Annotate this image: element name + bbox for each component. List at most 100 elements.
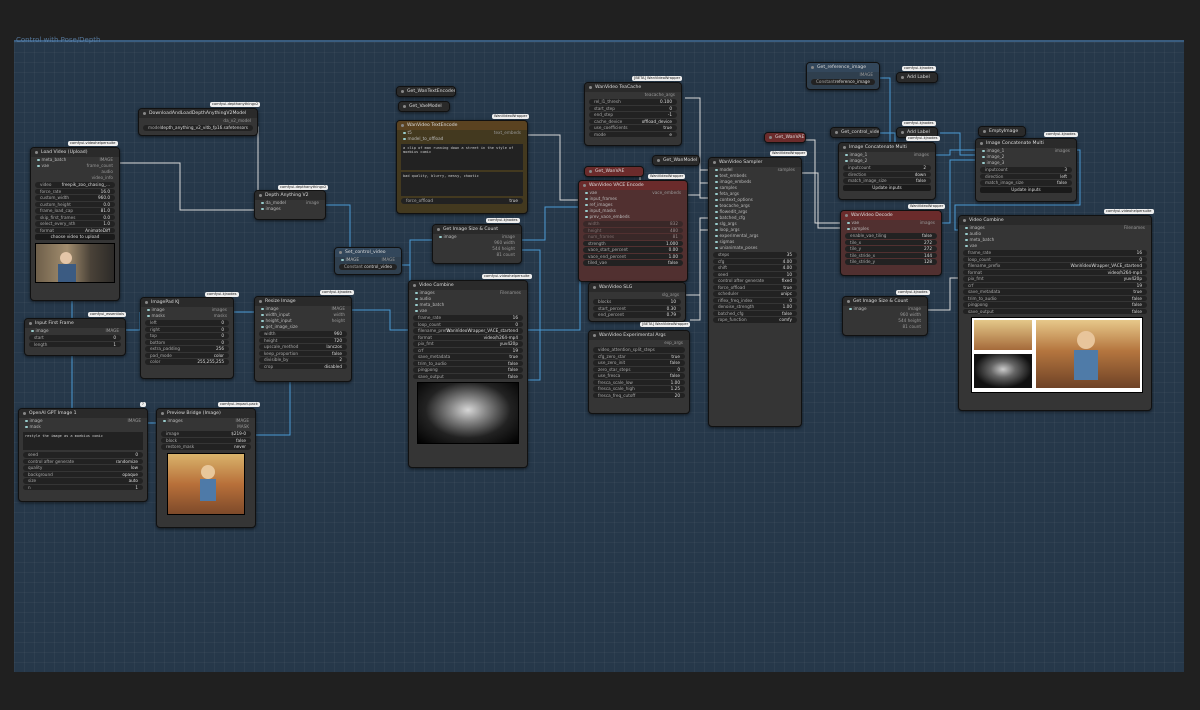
widget-size[interactable]: size auto	[23, 478, 143, 484]
socket-row[interactable]: IMAGE	[807, 72, 879, 78]
widget-force-offload[interactable]: force_offload true	[713, 284, 797, 290]
widget-inputcount[interactable]: inputcount 2	[843, 165, 931, 171]
widget-cfg[interactable]: cfg 4.00	[713, 258, 797, 264]
widget-trim-to-audio[interactable]: trim_to_audio false	[413, 360, 523, 366]
widget-direction[interactable]: direction left	[980, 173, 1072, 179]
socket-row[interactable]: get_image_size	[255, 324, 351, 330]
socket-row[interactable]: unianimate_poses	[709, 245, 801, 251]
node-sampler[interactable]: WanVideo Sampler model samples text_embed…	[708, 157, 802, 427]
node-openai-gpt-image[interactable]: OpenAI GPT Image 1 image IMAGE mask resty…	[18, 408, 148, 502]
socket-row[interactable]: vae	[409, 308, 527, 314]
widget-shift[interactable]: shift 4.00	[713, 265, 797, 271]
negative-prompt[interactable]: bad quality, blurry, messy, chaotic	[401, 172, 523, 196]
widget-constant[interactable]: Constant control_video	[339, 264, 397, 270]
widget-height[interactable]: height 480	[583, 227, 683, 233]
node-text-encode[interactable]: WanVideo TextEncode t5 text_embeds model_…	[396, 120, 528, 214]
widget-constant[interactable]: Constant reference_image	[811, 79, 875, 85]
widget-direction[interactable]: direction down	[843, 171, 931, 177]
widget-frame-rate[interactable]: frame_rate 16	[413, 315, 523, 321]
widget-color[interactable]: color 255,255,255	[145, 359, 229, 365]
node-input-first-frame[interactable]: Input First Frame image IMAGE start 0 leng…	[24, 318, 126, 356]
widget-fresca-high[interactable]: fresca_scale_high 1.25	[593, 386, 685, 392]
widget-blocks[interactable]: blocks 10	[593, 299, 681, 305]
widget-match-size[interactable]: match_image_size false	[980, 180, 1072, 186]
widget-batched-cfg[interactable]: batched_cfg false	[713, 310, 797, 316]
widget-use-coefficients[interactable]: use_coefficients true	[589, 125, 677, 131]
widget-tile-x[interactable]: tile_x 272	[845, 239, 937, 245]
widget-fresca-cutoff[interactable]: fresca_freq_cutoff 20	[593, 392, 685, 398]
node-slg[interactable]: WanVideo SLG slg_args blocks 10 start_per…	[588, 282, 686, 322]
widget-start[interactable]: start 0	[29, 335, 121, 341]
node-get-text-encoder[interactable]: Get_WanTextEncoder	[396, 86, 456, 97]
widget-tiled-vae[interactable]: tiled_vae false	[583, 260, 683, 266]
widget-extra-padding[interactable]: extra_padding 256	[145, 346, 229, 352]
widget-crf[interactable]: crf 19	[413, 347, 523, 353]
socket-row[interactable]: images	[255, 206, 325, 212]
node-experimental-args[interactable]: WanVideo Experimental Args exp_args vide…	[588, 330, 690, 414]
widget-vace-start[interactable]: vace_start_percent 0.00	[583, 247, 683, 253]
socket-row[interactable]: 81 count	[843, 324, 927, 330]
node-resize-image[interactable]: Resize Image image IMAGE width_input width…	[254, 296, 352, 382]
widget-save-output[interactable]: save_output false	[963, 308, 1147, 314]
node-get-reference-image[interactable]: Get_reference_image IMAGE Constant refere…	[806, 62, 880, 90]
node-wanvideo-decode[interactable]: WanVideo Decode vae images samples enable…	[840, 210, 942, 276]
node-empty-image[interactable]: EmptyImage	[978, 126, 1026, 137]
prompt-textarea[interactable]: restyle the image as a moebius comic	[23, 432, 143, 450]
socket-row[interactable]: 81 count	[433, 252, 521, 258]
node-teacache[interactable]: WanVideo TeaCache teacache_args rel_l1_t…	[584, 82, 682, 146]
socket-row[interactable]: samples	[841, 226, 941, 232]
widget-force-rate[interactable]: force_rate 16.0	[35, 188, 115, 194]
widget-quality[interactable]: quality low	[23, 465, 143, 471]
widget-riflex[interactable]: riflex_freq_index 0	[713, 297, 797, 303]
widget-right[interactable]: right 0	[145, 326, 229, 332]
socket-row[interactable]: image IMAGE	[25, 328, 125, 334]
node-get-vae-model[interactable]: Get_VaeModel	[398, 101, 450, 112]
widget-width[interactable]: width 960	[259, 331, 347, 337]
node-preview-bridge[interactable]: Preview Bridge (Image) images IMAGE MASK …	[156, 408, 256, 528]
widget-tile-y[interactable]: tile_y 272	[845, 246, 937, 252]
widget-match-size[interactable]: match_image_size false	[843, 178, 931, 184]
widget-cfg-zero-star[interactable]: cfg_zero_star true	[593, 353, 685, 359]
widget-keep-proportion[interactable]: keep_proportion false	[259, 350, 347, 356]
socket-row[interactable]: slg_args	[589, 292, 685, 298]
widget-end-step[interactable]: end_step -1	[589, 112, 677, 118]
widget-mode[interactable]: mode e	[589, 131, 677, 137]
widget-frame-rate[interactable]: frame_rate 16	[963, 250, 1147, 256]
socket-row[interactable]: da_v2_model	[139, 118, 257, 124]
widget-video[interactable]: video freepik_zoo_chasing_...	[35, 182, 115, 188]
widget-end-percent[interactable]: end_percent 0.79	[593, 312, 681, 318]
node-load-video[interactable]: Load Video (Upload) meta_batch IMAGE vae f…	[30, 147, 120, 301]
widget-filename-prefix[interactable]: filename_prefix WanVideoWrapper_VACE_star…	[413, 328, 523, 334]
node-image-concat-1[interactable]: Image Concatenate Multi image_1 images im…	[838, 142, 936, 200]
widget-bottom[interactable]: bottom 0	[145, 339, 229, 345]
widget-format[interactable]: format video/h264-mp4	[413, 334, 523, 340]
socket-row[interactable]: masks masks	[141, 313, 233, 319]
positive-prompt[interactable]: a clip of man running down a street in t…	[401, 144, 523, 170]
node-get-wanvae[interactable]: Get_WanVAE	[584, 166, 644, 177]
widget-format[interactable]: format video/h264-mp4	[963, 269, 1147, 275]
socket-row[interactable]: vae	[959, 243, 1151, 249]
widget-crf[interactable]: crf 19	[963, 282, 1147, 288]
node-image-concat-2[interactable]: Image Concatenate Multi image_1 images im…	[975, 138, 1077, 202]
widget-num-frames[interactable]: num_frames 81	[583, 234, 683, 240]
widget-pingpong[interactable]: pingpong false	[413, 367, 523, 373]
widget-custom-height[interactable]: custom_height 0.0	[35, 201, 115, 207]
widget-save-metadata[interactable]: save_metadata true	[413, 354, 523, 360]
widget-save-metadata[interactable]: save_metadata true	[963, 289, 1147, 295]
widget-background[interactable]: background opaque	[23, 471, 143, 477]
socket-row[interactable]: exp_args	[589, 340, 689, 346]
widget-force-offload[interactable]: force_offload true	[401, 198, 523, 204]
node-image-size-count[interactable]: Get Image Size & Count image image 960 wi…	[432, 224, 522, 264]
widget-strength[interactable]: strength 1.000	[583, 240, 683, 246]
widget-seed[interactable]: seed 0	[23, 452, 143, 458]
widget-scheduler[interactable]: scheduler unipc	[713, 291, 797, 297]
widget-frame-load-cap[interactable]: frame_load_cap 81.0	[35, 208, 115, 214]
widget-loop-count[interactable]: loop_count 0	[963, 256, 1147, 262]
widget-model[interactable]: model depth_anything_v2_vitb_fp16.safeten…	[143, 125, 253, 131]
widget-control-after[interactable]: control after generate fixed	[713, 278, 797, 284]
node-get-wanmodel[interactable]: Get_WanModel	[652, 155, 700, 166]
update-inputs-button[interactable]: Update inputs	[980, 186, 1072, 193]
widget-steps[interactable]: steps 35	[713, 252, 797, 258]
widget-use-fresca[interactable]: use_fresca false	[593, 373, 685, 379]
widget-zero-star-steps[interactable]: zero_star_steps 0	[593, 366, 685, 372]
